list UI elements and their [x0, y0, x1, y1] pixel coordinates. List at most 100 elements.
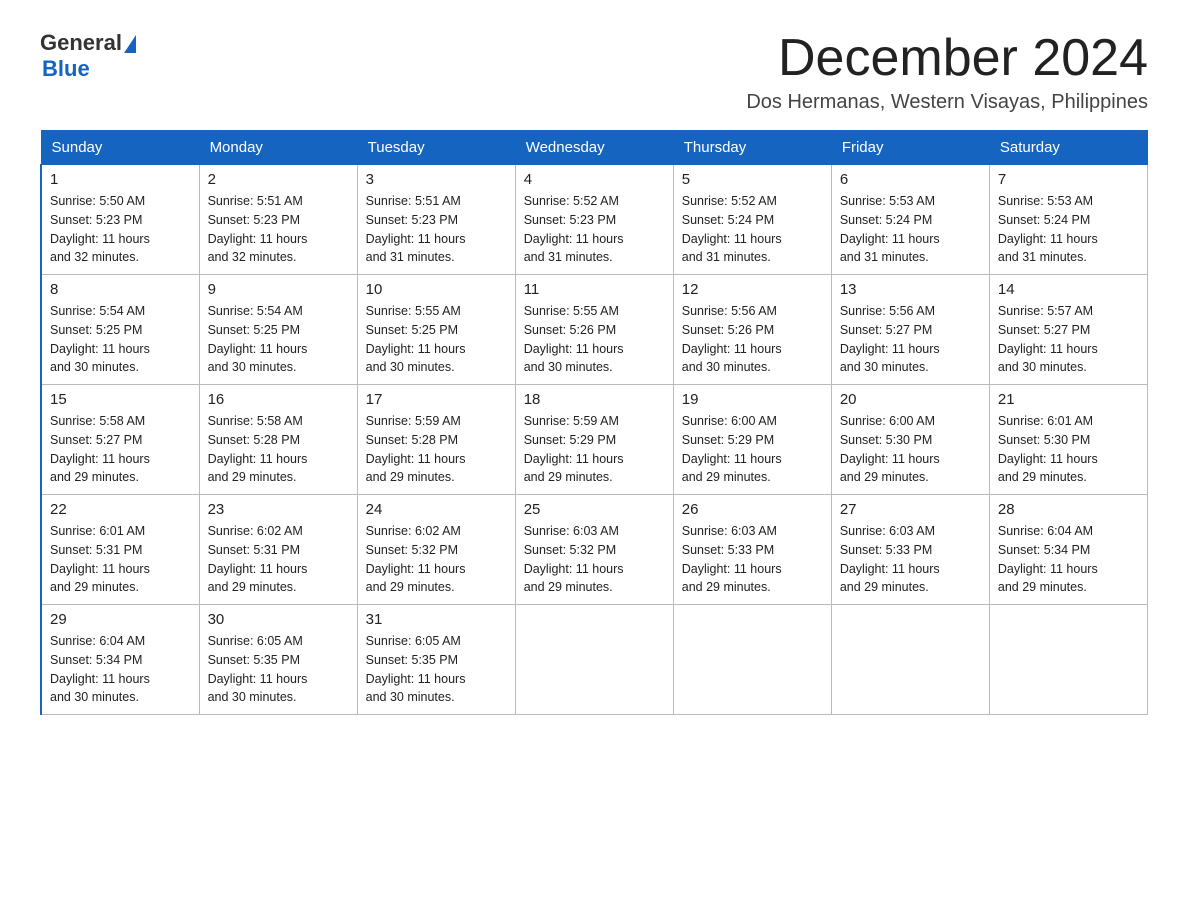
calendar-table: SundayMondayTuesdayWednesdayThursdayFrid…	[40, 130, 1148, 715]
day-detail: Sunrise: 5:56 AMSunset: 5:26 PMDaylight:…	[682, 302, 823, 377]
day-number: 17	[366, 391, 507, 408]
weekday-header-wednesday: Wednesday	[515, 131, 673, 165]
page-header: General Blue December 2024 Dos Hermanas,…	[40, 30, 1148, 114]
calendar-cell: 24 Sunrise: 6:02 AMSunset: 5:32 PMDayligh…	[357, 495, 515, 605]
day-number: 14	[998, 281, 1139, 298]
day-number: 22	[50, 501, 191, 518]
day-number: 4	[524, 171, 665, 188]
day-number: 15	[50, 391, 191, 408]
day-number: 11	[524, 281, 665, 298]
day-number: 26	[682, 501, 823, 518]
day-detail: Sunrise: 5:57 AMSunset: 5:27 PMDaylight:…	[998, 302, 1139, 377]
day-detail: Sunrise: 6:03 AMSunset: 5:33 PMDaylight:…	[840, 522, 981, 597]
weekday-header-saturday: Saturday	[989, 131, 1147, 165]
weekday-header-thursday: Thursday	[673, 131, 831, 165]
calendar-week-row: 29 Sunrise: 6:04 AMSunset: 5:34 PMDayligh…	[41, 605, 1148, 715]
day-detail: Sunrise: 5:54 AMSunset: 5:25 PMDaylight:…	[50, 302, 191, 377]
calendar-cell: 1 Sunrise: 5:50 AMSunset: 5:23 PMDaylight…	[41, 165, 199, 275]
weekday-header-monday: Monday	[199, 131, 357, 165]
weekday-header-sunday: Sunday	[41, 131, 199, 165]
day-detail: Sunrise: 6:00 AMSunset: 5:30 PMDaylight:…	[840, 412, 981, 487]
calendar-cell: 11 Sunrise: 5:55 AMSunset: 5:26 PMDayligh…	[515, 275, 673, 385]
day-detail: Sunrise: 6:01 AMSunset: 5:31 PMDaylight:…	[50, 522, 191, 597]
calendar-week-row: 1 Sunrise: 5:50 AMSunset: 5:23 PMDaylight…	[41, 165, 1148, 275]
day-detail: Sunrise: 5:59 AMSunset: 5:28 PMDaylight:…	[366, 412, 507, 487]
day-number: 16	[208, 391, 349, 408]
calendar-cell	[831, 605, 989, 715]
calendar-cell: 19Sunrise: 6:00 AMSunset: 5:29 PMDayligh…	[673, 385, 831, 495]
calendar-cell: 29 Sunrise: 6:04 AMSunset: 5:34 PMDayligh…	[41, 605, 199, 715]
day-number: 1	[50, 171, 191, 188]
calendar-cell: 21 Sunrise: 6:01 AMSunset: 5:30 PMDayligh…	[989, 385, 1147, 495]
calendar-cell: 9 Sunrise: 5:54 AMSunset: 5:25 PMDaylight…	[199, 275, 357, 385]
day-number: 20	[840, 391, 981, 408]
day-detail: Sunrise: 5:53 AMSunset: 5:24 PMDaylight:…	[998, 192, 1139, 267]
day-number: 7	[998, 171, 1139, 188]
day-number: 10	[366, 281, 507, 298]
calendar-cell: 8 Sunrise: 5:54 AMSunset: 5:25 PMDaylight…	[41, 275, 199, 385]
logo-general: General	[40, 30, 122, 56]
calendar-cell: 20 Sunrise: 6:00 AMSunset: 5:30 PMDayligh…	[831, 385, 989, 495]
day-number: 12	[682, 281, 823, 298]
day-number: 2	[208, 171, 349, 188]
day-detail: Sunrise: 6:03 AMSunset: 5:33 PMDaylight:…	[682, 522, 823, 597]
location-subtitle: Dos Hermanas, Western Visayas, Philippin…	[746, 91, 1148, 114]
day-number: 5	[682, 171, 823, 188]
calendar-cell: 28Sunrise: 6:04 AMSunset: 5:34 PMDayligh…	[989, 495, 1147, 605]
day-number: 31	[366, 611, 507, 628]
day-number: 24	[366, 501, 507, 518]
calendar-cell	[989, 605, 1147, 715]
logo-blue: Blue	[42, 56, 90, 82]
calendar-cell	[515, 605, 673, 715]
calendar-cell: 14 Sunrise: 5:57 AMSunset: 5:27 PMDayligh…	[989, 275, 1147, 385]
calendar-cell: 13 Sunrise: 5:56 AMSunset: 5:27 PMDayligh…	[831, 275, 989, 385]
day-number: 29	[50, 611, 191, 628]
day-number: 30	[208, 611, 349, 628]
calendar-cell: 15 Sunrise: 5:58 AMSunset: 5:27 PMDayligh…	[41, 385, 199, 495]
logo-triangle-icon	[124, 35, 136, 53]
calendar-cell: 31 Sunrise: 6:05 AMSunset: 5:35 PMDayligh…	[357, 605, 515, 715]
weekday-header-friday: Friday	[831, 131, 989, 165]
day-detail: Sunrise: 5:52 AMSunset: 5:23 PMDaylight:…	[524, 192, 665, 267]
weekday-header-row: SundayMondayTuesdayWednesdayThursdayFrid…	[41, 131, 1148, 165]
day-detail: Sunrise: 6:02 AMSunset: 5:32 PMDaylight:…	[366, 522, 507, 597]
calendar-cell: 22 Sunrise: 6:01 AMSunset: 5:31 PMDayligh…	[41, 495, 199, 605]
day-detail: Sunrise: 6:05 AMSunset: 5:35 PMDaylight:…	[208, 632, 349, 707]
day-number: 25	[524, 501, 665, 518]
calendar-cell: 12 Sunrise: 5:56 AMSunset: 5:26 PMDayligh…	[673, 275, 831, 385]
calendar-week-row: 22 Sunrise: 6:01 AMSunset: 5:31 PMDayligh…	[41, 495, 1148, 605]
day-detail: Sunrise: 5:59 AMSunset: 5:29 PMDaylight:…	[524, 412, 665, 487]
day-detail: Sunrise: 5:56 AMSunset: 5:27 PMDaylight:…	[840, 302, 981, 377]
calendar-cell: 5Sunrise: 5:52 AMSunset: 5:24 PMDaylight…	[673, 165, 831, 275]
day-detail: Sunrise: 5:50 AMSunset: 5:23 PMDaylight:…	[50, 192, 191, 267]
day-detail: Sunrise: 5:53 AMSunset: 5:24 PMDaylight:…	[840, 192, 981, 267]
calendar-week-row: 15 Sunrise: 5:58 AMSunset: 5:27 PMDayligh…	[41, 385, 1148, 495]
logo: General Blue	[40, 30, 136, 82]
calendar-cell: 25Sunrise: 6:03 AMSunset: 5:32 PMDayligh…	[515, 495, 673, 605]
day-detail: Sunrise: 6:04 AMSunset: 5:34 PMDaylight:…	[50, 632, 191, 707]
calendar-cell: 3Sunrise: 5:51 AMSunset: 5:23 PMDaylight…	[357, 165, 515, 275]
calendar-cell: 16Sunrise: 5:58 AMSunset: 5:28 PMDayligh…	[199, 385, 357, 495]
day-number: 6	[840, 171, 981, 188]
day-detail: Sunrise: 5:58 AMSunset: 5:27 PMDaylight:…	[50, 412, 191, 487]
day-number: 21	[998, 391, 1139, 408]
day-detail: Sunrise: 5:55 AMSunset: 5:25 PMDaylight:…	[366, 302, 507, 377]
day-number: 27	[840, 501, 981, 518]
weekday-header-tuesday: Tuesday	[357, 131, 515, 165]
day-number: 23	[208, 501, 349, 518]
calendar-cell: 7 Sunrise: 5:53 AMSunset: 5:24 PMDaylight…	[989, 165, 1147, 275]
calendar-cell: 18Sunrise: 5:59 AMSunset: 5:29 PMDayligh…	[515, 385, 673, 495]
calendar-cell	[673, 605, 831, 715]
day-number: 9	[208, 281, 349, 298]
day-detail: Sunrise: 6:01 AMSunset: 5:30 PMDaylight:…	[998, 412, 1139, 487]
calendar-cell: 27 Sunrise: 6:03 AMSunset: 5:33 PMDayligh…	[831, 495, 989, 605]
day-detail: Sunrise: 5:54 AMSunset: 5:25 PMDaylight:…	[208, 302, 349, 377]
day-number: 8	[50, 281, 191, 298]
month-title: December 2024	[746, 30, 1148, 87]
day-detail: Sunrise: 6:05 AMSunset: 5:35 PMDaylight:…	[366, 632, 507, 707]
calendar-cell: 10 Sunrise: 5:55 AMSunset: 5:25 PMDayligh…	[357, 275, 515, 385]
day-number: 13	[840, 281, 981, 298]
day-number: 19	[682, 391, 823, 408]
day-detail: Sunrise: 5:55 AMSunset: 5:26 PMDaylight:…	[524, 302, 665, 377]
calendar-week-row: 8 Sunrise: 5:54 AMSunset: 5:25 PMDaylight…	[41, 275, 1148, 385]
